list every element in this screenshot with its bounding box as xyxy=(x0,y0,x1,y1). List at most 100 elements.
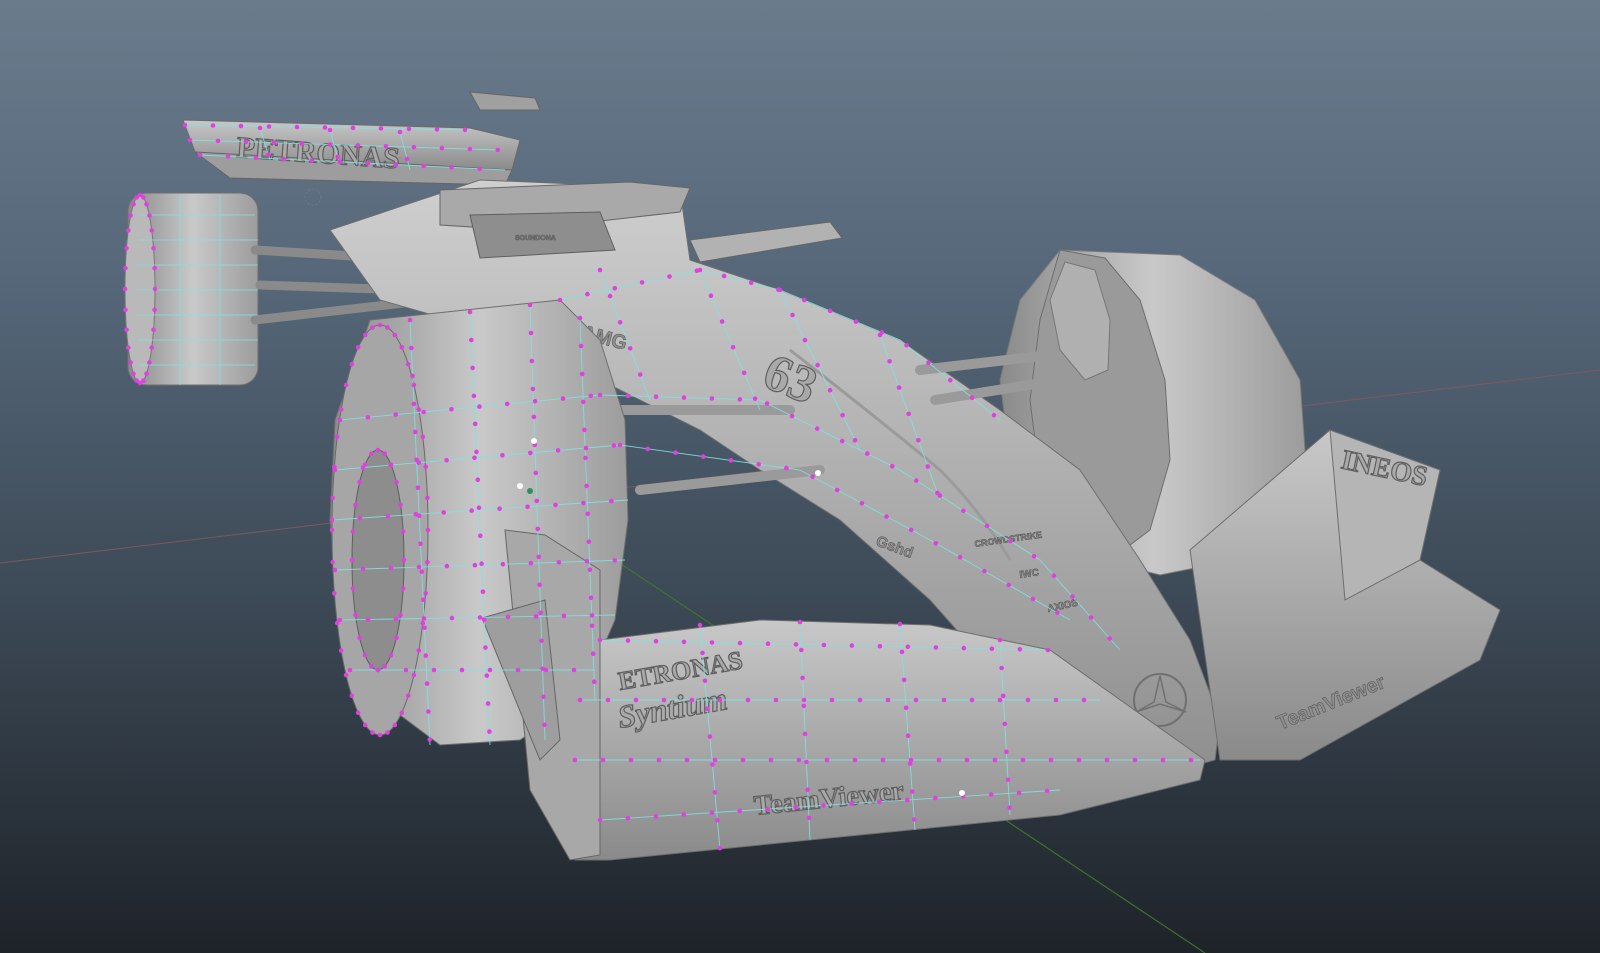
vertex-point[interactable] xyxy=(123,265,128,271)
vertex-point[interactable] xyxy=(578,343,584,349)
vertex-point[interactable] xyxy=(799,647,804,653)
vertex-point[interactable] xyxy=(362,332,368,338)
vertex-point[interactable] xyxy=(583,445,589,451)
vertex-point[interactable] xyxy=(398,502,403,508)
vertex-point[interactable] xyxy=(467,309,473,315)
vertex-point[interactable] xyxy=(1005,777,1011,783)
vertex-point[interactable] xyxy=(151,245,156,251)
vertex-point[interactable] xyxy=(329,527,335,533)
vertex-point[interactable] xyxy=(449,165,455,170)
vertex-point[interactable] xyxy=(999,665,1004,671)
vertex-point[interactable] xyxy=(378,126,384,131)
vertex-point[interactable] xyxy=(777,287,783,293)
vertex-point[interactable] xyxy=(802,731,808,737)
vertex-point[interactable] xyxy=(905,733,911,738)
vertex-point[interactable] xyxy=(653,394,659,400)
vertex-point[interactable] xyxy=(370,325,375,330)
vertex-point[interactable] xyxy=(243,139,249,145)
vertex-point[interactable] xyxy=(383,144,389,149)
vertex-point[interactable] xyxy=(852,757,858,763)
vertex-point[interactable] xyxy=(587,567,593,573)
vertex-point[interactable] xyxy=(423,653,429,658)
vertex-point[interactable] xyxy=(538,610,543,616)
vertex-point[interactable] xyxy=(537,582,542,588)
vertex-point[interactable] xyxy=(764,401,770,406)
vertex-point[interactable] xyxy=(487,667,493,673)
vertex-point[interactable] xyxy=(299,141,305,146)
vertex-point[interactable] xyxy=(752,396,758,402)
vertex-point[interactable] xyxy=(362,722,368,728)
vertex-point[interactable] xyxy=(349,557,355,563)
vertex-point[interactable] xyxy=(327,142,333,147)
vertex-point[interactable] xyxy=(681,395,687,400)
vertex-point[interactable] xyxy=(527,302,533,308)
vertex-point[interactable] xyxy=(988,792,994,797)
vertex-point[interactable] xyxy=(577,697,583,703)
vertex-point[interactable] xyxy=(375,447,381,453)
vertex-point[interactable] xyxy=(357,479,362,485)
vertex-point[interactable] xyxy=(469,508,475,513)
vertex-point[interactable] xyxy=(913,697,919,703)
vertex-point[interactable] xyxy=(625,638,631,643)
vertex-point[interactable] xyxy=(147,360,152,365)
vertex-point[interactable] xyxy=(343,382,349,388)
vertex-point[interactable] xyxy=(530,386,536,392)
vertex-point[interactable] xyxy=(393,616,399,622)
vertex-point[interactable] xyxy=(355,345,361,350)
vertex-point[interactable] xyxy=(765,806,770,812)
vertex-point[interactable] xyxy=(789,413,795,419)
vertex-point[interactable] xyxy=(424,681,430,686)
vertex-point[interactable] xyxy=(124,245,129,251)
vertex-point[interactable] xyxy=(579,371,585,377)
vertex-point[interactable] xyxy=(765,641,771,646)
vertex-point[interactable] xyxy=(859,501,865,506)
vertex-point[interactable] xyxy=(984,523,990,529)
vertex-point[interactable] xyxy=(1053,697,1059,703)
vertex-point[interactable] xyxy=(839,438,845,444)
vertex-point[interactable] xyxy=(885,697,891,703)
vertex-point[interactable] xyxy=(935,490,940,496)
vertex-point[interactable] xyxy=(535,526,540,532)
vertex-point[interactable] xyxy=(441,510,447,515)
vertex-point[interactable] xyxy=(700,454,706,459)
vertex-point[interactable] xyxy=(472,455,477,461)
vertex-point[interactable] xyxy=(271,140,277,145)
vertex-point[interactable] xyxy=(182,122,188,128)
vertex-point[interactable] xyxy=(933,541,939,546)
vertex-point[interactable] xyxy=(600,757,606,763)
vertex-point[interactable] xyxy=(899,649,905,655)
vertex-point[interactable] xyxy=(392,332,398,338)
vertex-point[interactable] xyxy=(335,154,341,160)
vertex-point[interactable] xyxy=(707,734,713,739)
vertex-point[interactable] xyxy=(1020,757,1026,763)
vertex-point[interactable] xyxy=(420,434,426,440)
vertex-point[interactable] xyxy=(350,529,356,534)
vertex-point[interactable] xyxy=(149,228,154,233)
vertex-point[interactable] xyxy=(717,697,723,703)
vertex-point[interactable] xyxy=(577,315,583,321)
vertex-point[interactable] xyxy=(557,297,563,303)
vertex-point[interactable] xyxy=(382,664,388,669)
vertex-point[interactable] xyxy=(422,625,427,630)
vertex-point[interactable] xyxy=(197,152,203,158)
vertex-point[interactable] xyxy=(439,145,445,151)
vertex-point[interactable] xyxy=(462,127,468,133)
vertex-point[interactable] xyxy=(388,653,394,658)
vertex-point[interactable] xyxy=(571,667,577,673)
vertex-point[interactable] xyxy=(737,640,743,646)
vertex-point[interactable] xyxy=(597,392,603,398)
vertex-point[interactable] xyxy=(357,515,363,521)
vertex-point[interactable] xyxy=(281,156,287,162)
vertex-point[interactable] xyxy=(388,565,394,571)
vertex-point[interactable] xyxy=(416,407,422,412)
vertex-point[interactable] xyxy=(572,757,578,763)
vertex-point[interactable] xyxy=(1160,757,1166,763)
vertex-point[interactable] xyxy=(728,458,734,463)
vertex-point[interactable] xyxy=(712,790,718,795)
vertex-point[interactable] xyxy=(824,757,830,763)
vertex-point[interactable] xyxy=(612,558,618,563)
vertex-point[interactable] xyxy=(852,438,858,443)
vertex-point[interactable] xyxy=(997,697,1003,703)
vertex-point[interactable] xyxy=(982,568,987,574)
vertex-point[interactable] xyxy=(399,345,405,350)
